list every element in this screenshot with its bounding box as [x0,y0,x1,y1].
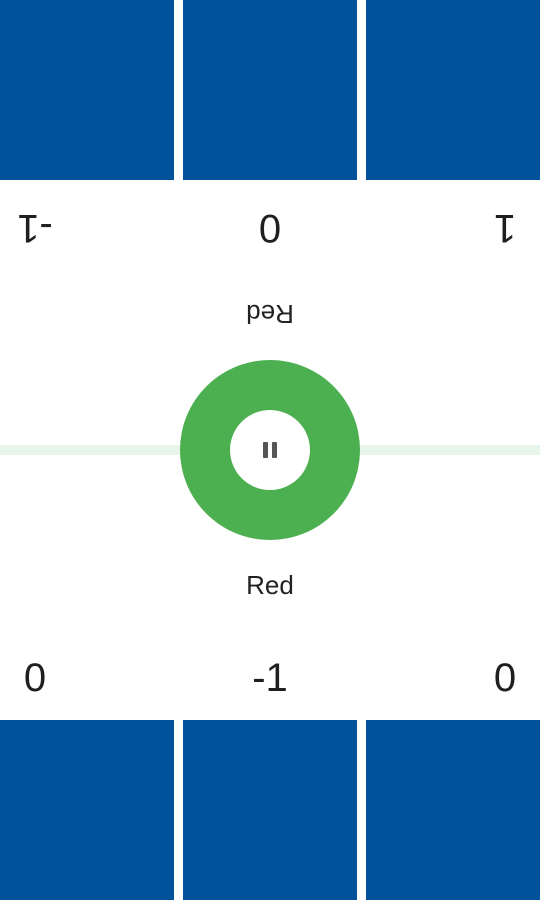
bottom-player-label: Red [246,570,294,600]
bottom-tile-1[interactable] [0,720,174,900]
top-score-2: 0 [258,206,282,250]
top-score-3: -1 [17,206,53,250]
top-score-row: 1 0 -1 [0,198,540,258]
pause-bar-right [272,442,277,458]
top-tile-2[interactable] [183,0,357,180]
top-player-label: Red [246,299,294,329]
bottom-score-3: 0 [493,656,517,700]
bottom-tile-3[interactable] [366,720,540,900]
top-tile-3[interactable] [366,0,540,180]
top-tile-row [0,0,540,180]
top-tile-1[interactable] [0,0,174,180]
bottom-tile-2[interactable] [183,720,357,900]
pause-bar-left [263,442,268,458]
bottom-score-2: -1 [252,656,288,700]
game-board: 1 0 -1 Red Red 0 -1 0 [0,0,540,900]
bottom-score-row: 0 -1 0 [0,648,540,708]
top-score-1: 1 [493,206,517,250]
pause-icon [260,440,280,460]
bottom-score-1: 0 [23,656,47,700]
bottom-tile-row [0,720,540,900]
pause-button[interactable] [230,410,310,490]
